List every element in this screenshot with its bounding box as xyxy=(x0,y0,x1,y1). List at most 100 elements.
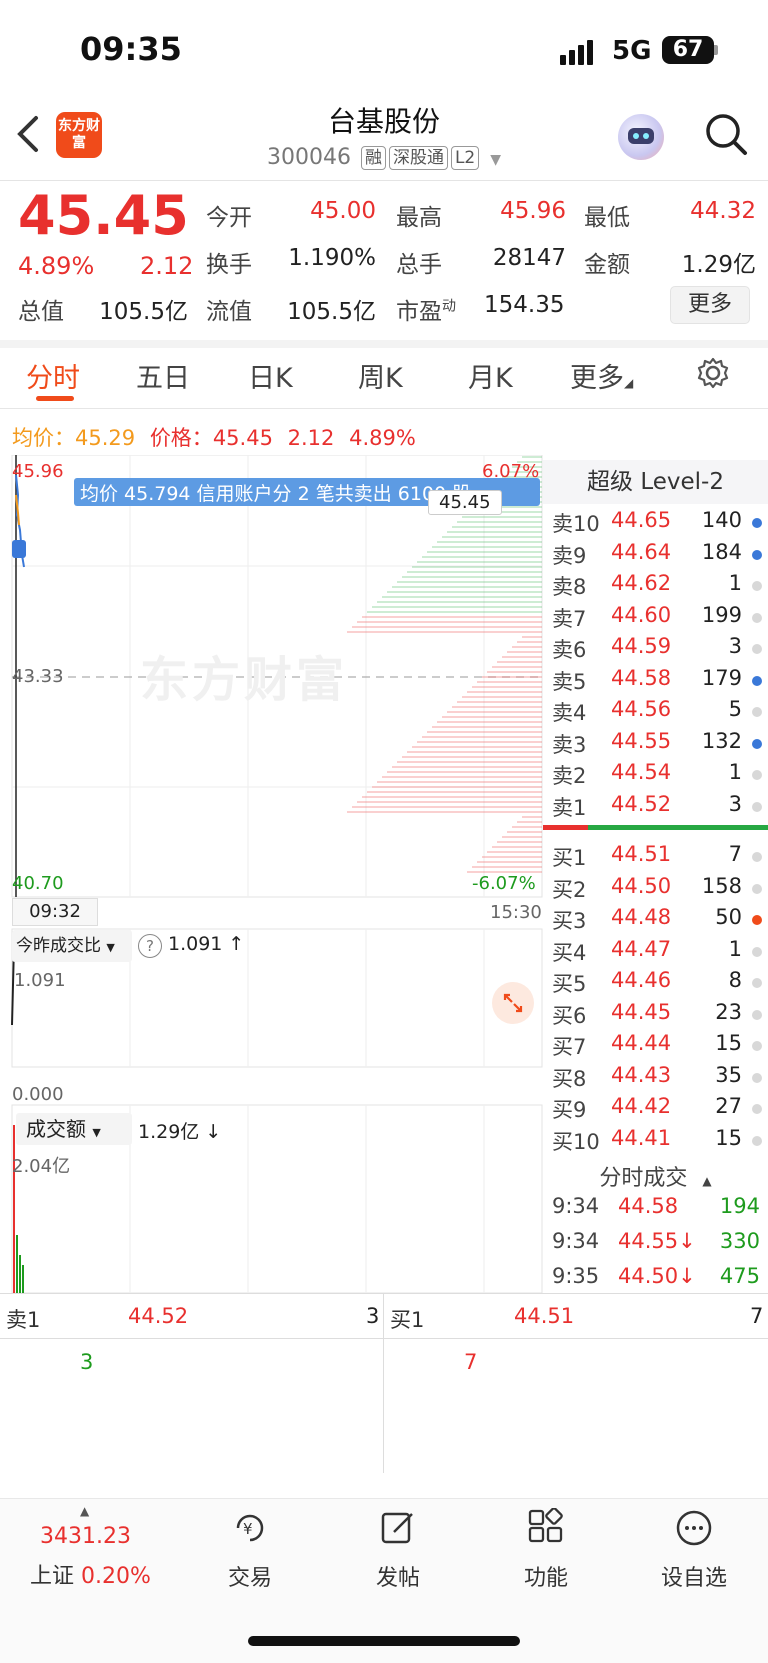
tab-more[interactable]: 更多◢ xyxy=(570,356,633,395)
split-buy-vol: 7 xyxy=(750,1304,764,1328)
tab-weekly-k[interactable]: 周K xyxy=(358,356,403,395)
order-dot-icon xyxy=(752,549,762,560)
ask-row[interactable]: 卖6 44.59 3 xyxy=(543,634,768,665)
order-dot-icon xyxy=(752,644,762,654)
settings-gear-icon[interactable] xyxy=(696,356,730,394)
label-high: 最高 xyxy=(396,205,442,231)
ask-row[interactable]: 卖7 44.60 199 xyxy=(543,603,768,634)
dropdown-caret-icon: ▼ xyxy=(92,1126,101,1139)
divider xyxy=(0,408,768,409)
nav-functions[interactable]: 功能 xyxy=(486,1507,606,1592)
nav-trade[interactable]: ¥ 交易 xyxy=(190,1508,310,1592)
ask-row[interactable]: 卖10 44.65 140 xyxy=(543,508,768,539)
level2-title: 超级 Level-2 xyxy=(543,460,768,504)
bid-row[interactable]: 买2 44.50 158 xyxy=(543,874,768,905)
chevron-down-icon: ▼ xyxy=(490,152,502,168)
last-price: 45.45 xyxy=(18,184,189,247)
change-amount: 2.12 xyxy=(140,252,194,280)
ask-row[interactable]: 卖3 44.55 132 xyxy=(543,729,768,760)
dropdown-caret-icon: ◢ xyxy=(624,376,634,390)
ratio-selector[interactable]: 今昨成交比 ▼ xyxy=(12,930,132,962)
assistant-robot-icon[interactable] xyxy=(618,114,664,160)
label-volume: 总手 xyxy=(396,252,442,278)
value-low: 44.32 xyxy=(690,198,756,224)
help-icon[interactable]: ? xyxy=(138,934,162,958)
ratio-top-label: 1.091 xyxy=(14,970,66,991)
ask-row[interactable]: 卖5 44.58 179 xyxy=(543,666,768,697)
label-low: 最低 xyxy=(584,205,630,231)
order-dot-icon xyxy=(752,852,762,862)
tab-five-day[interactable]: 五日 xyxy=(136,356,190,395)
bid-row[interactable]: 买7 44.44 15 xyxy=(543,1031,768,1062)
y-mid-label: 43.33 xyxy=(12,666,64,687)
nav-post[interactable]: 发帖 xyxy=(338,1508,458,1592)
dropdown-caret-icon: ▼ xyxy=(106,941,115,954)
tab-daily-k[interactable]: 日K xyxy=(248,356,293,395)
ratio-value: 1.091 ↑ xyxy=(168,933,245,955)
ask-row[interactable]: 卖9 44.64 184 xyxy=(543,540,768,571)
time-end-label: 15:30 xyxy=(490,902,542,923)
bid-row[interactable]: 买8 44.43 35 xyxy=(543,1063,768,1094)
order-dot-icon xyxy=(752,1009,762,1020)
bid-row[interactable]: 买9 44.42 27 xyxy=(543,1094,768,1125)
ticks-title[interactable]: 分时成交 ▲ xyxy=(543,1160,768,1192)
value-open: 45.00 xyxy=(310,198,376,224)
value-high: 45.96 xyxy=(500,198,566,224)
ask-row[interactable]: 卖2 44.54 1 xyxy=(543,760,768,791)
order-dot-icon xyxy=(752,1135,762,1146)
battery-icon: 67 xyxy=(662,36,714,64)
split-sell-price: 44.52 xyxy=(128,1304,189,1328)
tab-monthly-k[interactable]: 月K xyxy=(468,356,513,395)
more-quote-button[interactable]: 更多 xyxy=(670,286,750,324)
search-icon[interactable] xyxy=(704,112,748,156)
bid-row[interactable]: 买10 44.41 15 xyxy=(543,1126,768,1157)
index-name[interactable]: 上证 0.20% xyxy=(30,1558,151,1590)
value-volume: 28147 xyxy=(492,245,566,271)
bid-row[interactable]: 买6 44.45 23 xyxy=(543,1000,768,1031)
avg-price-line: 均价：45.29 价格：45.45 2.12 4.89% xyxy=(12,426,416,450)
bid-row[interactable]: 买5 44.46 8 xyxy=(543,968,768,999)
split-buy-label: 买1 xyxy=(390,1308,425,1332)
order-dot-icon xyxy=(752,801,762,812)
index-value[interactable]: 3431.23 xyxy=(40,1524,131,1549)
amount-value: 1.29亿 ↓ xyxy=(138,1121,222,1143)
expand-icon[interactable] xyxy=(492,982,534,1024)
tab-intraday[interactable]: 分时 xyxy=(26,356,80,395)
nav-add-watchlist[interactable]: 设自选 xyxy=(634,1508,754,1592)
change-percent: 4.89% xyxy=(18,252,95,280)
amount-top-label: 2.04亿 xyxy=(12,1156,71,1177)
split-sell-detail: 3 xyxy=(80,1350,94,1374)
bid-row[interactable]: 买3 44.48 50 xyxy=(543,905,768,936)
ask-row[interactable]: 卖1 44.52 3 xyxy=(543,792,768,823)
label-turnover: 换手 xyxy=(206,252,252,278)
amount-selector[interactable]: 成交额 ▼ xyxy=(16,1113,132,1145)
split-buy-price: 44.51 xyxy=(514,1304,575,1328)
y-min-pct-label: -6.07% xyxy=(472,873,536,894)
label-float-cap: 流值 xyxy=(206,299,252,325)
label-market-cap: 总值 xyxy=(18,299,64,325)
chevron-up-icon: ▲ xyxy=(702,1174,712,1188)
chevron-up-icon[interactable]: ▲ xyxy=(80,1504,89,1518)
order-dot-icon xyxy=(752,770,762,780)
trade-icon: ¥ xyxy=(236,1514,264,1542)
order-dot-icon xyxy=(752,612,762,623)
active-tab-indicator xyxy=(36,396,74,401)
order-dot-icon xyxy=(752,883,762,894)
home-indicator xyxy=(248,1636,520,1646)
order-dot-icon xyxy=(752,946,762,957)
bid-row[interactable]: 买1 44.51 7 xyxy=(543,842,768,873)
split-buy-detail: 7 xyxy=(464,1350,478,1374)
ask-row[interactable]: 卖4 44.56 5 xyxy=(543,697,768,728)
bid-ratio-bar xyxy=(588,825,768,830)
split-sell-vol: 3 xyxy=(366,1304,380,1328)
time-start-label: 09:32 xyxy=(12,898,98,926)
ask-row[interactable]: 卖8 44.62 1 xyxy=(543,571,768,602)
signal-icon xyxy=(560,40,596,65)
ask-ratio-bar xyxy=(543,825,588,830)
intraday-chart[interactable] xyxy=(0,455,543,1293)
order-dot-icon xyxy=(752,978,762,988)
more-dots-icon xyxy=(676,1510,712,1546)
value-float-cap: 105.5亿 xyxy=(287,299,376,325)
bid-row[interactable]: 买4 44.47 1 xyxy=(543,937,768,968)
svg-text:¥: ¥ xyxy=(243,1520,253,1538)
